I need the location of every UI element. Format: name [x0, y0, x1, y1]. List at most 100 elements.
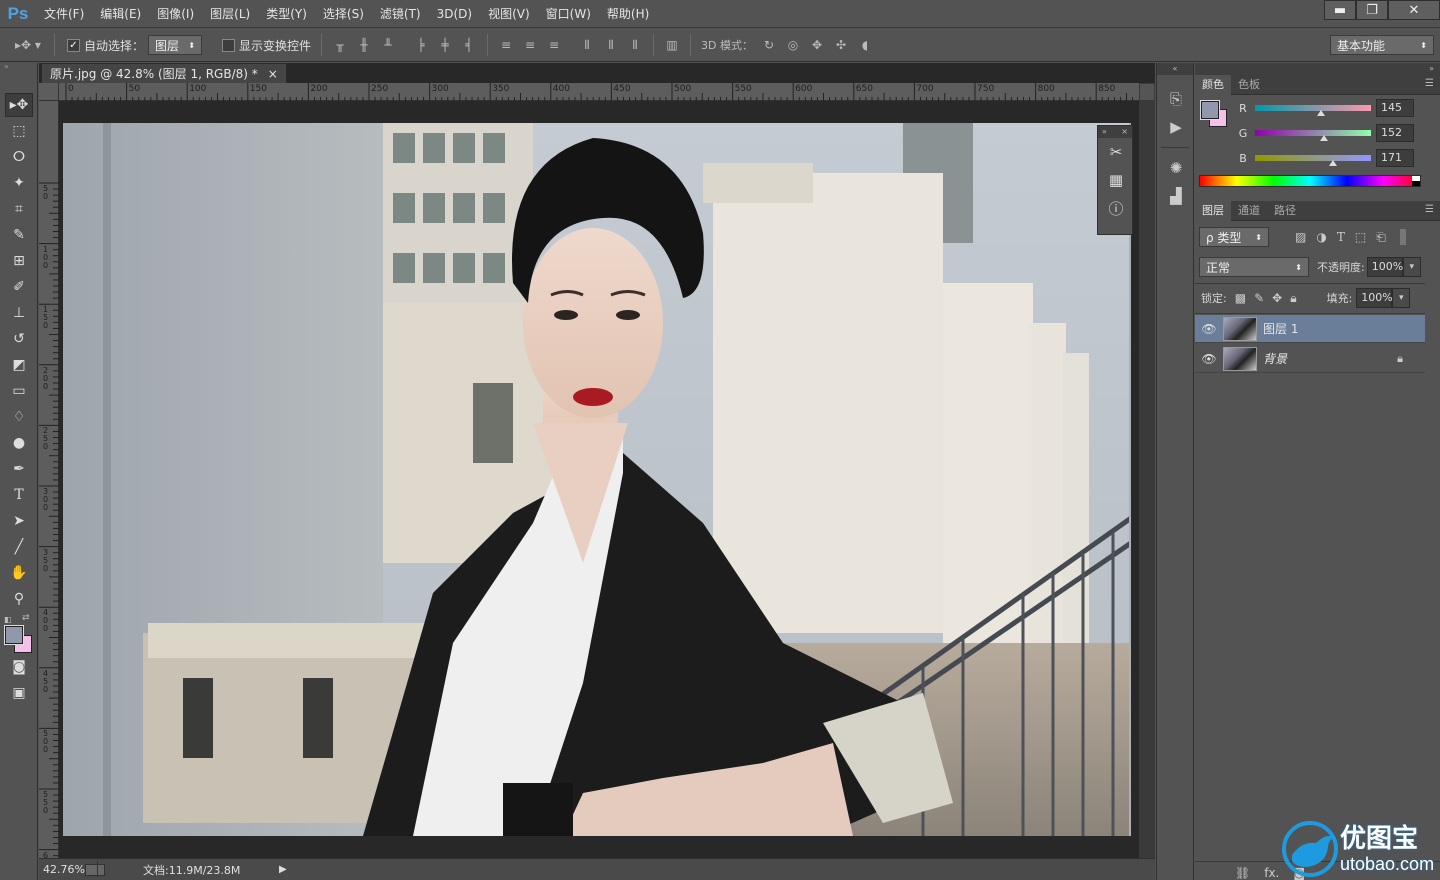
- tab-swatches[interactable]: 色板: [1231, 75, 1267, 95]
- lock-transparency-icon[interactable]: ▩: [1235, 291, 1246, 305]
- red-value-input[interactable]: 145: [1376, 99, 1414, 117]
- expand-arrows-icon[interactable]: «: [1157, 63, 1193, 75]
- histogram-icon[interactable]: ▟: [1157, 182, 1195, 210]
- minimize-button[interactable]: ▬: [1324, 0, 1356, 20]
- filter-shape-icon[interactable]: ⬚: [1355, 230, 1366, 244]
- filter-toggle[interactable]: [1399, 229, 1406, 245]
- expand-arrows-icon[interactable]: »: [1102, 126, 1107, 138]
- visibility-eye-icon[interactable]: 👁︎: [1195, 352, 1223, 366]
- type-tool-icon[interactable]: T: [5, 483, 33, 507]
- 3d-slide-icon[interactable]: ✣: [832, 36, 850, 54]
- menu-type[interactable]: 类型(Y): [258, 0, 315, 28]
- menu-filter[interactable]: 滤镜(T): [372, 0, 429, 28]
- distribute-top-icon[interactable]: ≡: [497, 36, 515, 54]
- canvas[interactable]: [59, 101, 1139, 863]
- distribute-vcenter-icon[interactable]: ≡: [521, 36, 539, 54]
- layer-name[interactable]: 图层 1: [1263, 320, 1298, 337]
- info-icon[interactable]: ⓘ: [1098, 194, 1134, 222]
- align-vcenter-icon[interactable]: ╫: [355, 36, 373, 54]
- auto-select-checkbox[interactable]: ✓: [67, 38, 80, 52]
- tab-channels[interactable]: 通道: [1231, 201, 1267, 221]
- show-transform-checkbox[interactable]: [222, 38, 236, 52]
- opacity-dropdown-icon[interactable]: ▾: [1402, 257, 1421, 277]
- menu-3d[interactable]: 3D(D): [429, 0, 480, 28]
- 3d-rotate-icon[interactable]: ↻: [760, 36, 778, 54]
- panel-menu-icon[interactable]: ☰: [1425, 204, 1434, 215]
- 3d-pan-icon[interactable]: ✥: [808, 36, 826, 54]
- marquee-tool-icon[interactable]: ⬚: [5, 119, 33, 143]
- filter-adjustment-icon[interactable]: ◑: [1316, 230, 1326, 244]
- actions-play-icon[interactable]: ▶: [1157, 113, 1195, 141]
- 3d-scale-icon[interactable]: ◖: [856, 36, 874, 54]
- green-slider[interactable]: [1255, 130, 1371, 141]
- screen-mode-icon[interactable]: ▣: [5, 681, 33, 705]
- tab-color[interactable]: 颜色: [1195, 74, 1231, 95]
- align-bottom-icon[interactable]: ╨: [379, 36, 397, 54]
- status-menu-arrow-icon[interactable]: ▶: [279, 864, 287, 875]
- photo-image[interactable]: [63, 123, 1131, 836]
- tab-paths[interactable]: 路径: [1267, 201, 1303, 221]
- blue-value-input[interactable]: 171: [1376, 149, 1414, 167]
- color-spectrum-bar[interactable]: [1199, 175, 1421, 187]
- align-top-icon[interactable]: ╥: [331, 36, 349, 54]
- blue-slider-thumb[interactable]: [1328, 160, 1337, 166]
- menu-image[interactable]: 图像(I): [149, 0, 202, 28]
- adjustments-icon[interactable]: ✺: [1157, 154, 1195, 182]
- floating-panel-header[interactable]: » ×: [1098, 126, 1132, 138]
- history-icon[interactable]: ⎘: [1157, 85, 1195, 113]
- crop-tool-icon[interactable]: ⌗: [5, 197, 33, 221]
- visibility-eye-icon[interactable]: 👁︎: [1195, 322, 1223, 336]
- healing-brush-tool-icon[interactable]: ⊞: [5, 249, 33, 273]
- distribute-right-icon[interactable]: ⫴: [626, 36, 644, 54]
- distribute-hcenter-icon[interactable]: ⫴: [602, 36, 620, 54]
- vertical-scrollbar[interactable]: [1139, 83, 1155, 863]
- align-right-icon[interactable]: ╡: [460, 36, 478, 54]
- quick-mask-icon[interactable]: ◙: [5, 655, 33, 679]
- lock-pixels-icon[interactable]: ✎: [1254, 291, 1264, 305]
- lasso-tool-icon[interactable]: ⵔ: [5, 145, 33, 169]
- document-tab[interactable]: 原片.jpg @ 42.8% (图层 1, RGB/8) * ×: [41, 63, 287, 83]
- foreground-color-swatch[interactable]: [4, 625, 24, 645]
- opacity-input[interactable]: 100%: [1366, 257, 1403, 277]
- link-layers-icon[interactable]: ⛓: [1235, 866, 1250, 880]
- filter-type-icon[interactable]: T: [1337, 230, 1345, 244]
- collapse-arrows-icon[interactable]: »: [1195, 63, 1440, 75]
- brush-tool-icon[interactable]: ✐: [5, 275, 33, 299]
- distribute-left-icon[interactable]: ⫴: [578, 36, 596, 54]
- scroll-up-arrow[interactable]: [1140, 84, 1154, 100]
- align-left-icon[interactable]: ╞: [412, 36, 430, 54]
- default-colors-icon[interactable]: ◧: [4, 615, 12, 624]
- workspace-dropdown[interactable]: 基本功能 ⬍: [1330, 35, 1434, 55]
- menu-layer[interactable]: 图层(L): [202, 0, 258, 28]
- layer-filter-dropdown[interactable]: ρ 类型 ⬍: [1199, 227, 1269, 247]
- menu-select[interactable]: 选择(S): [315, 0, 372, 28]
- blue-slider[interactable]: [1255, 155, 1371, 166]
- swap-colors-icon[interactable]: ⇄: [22, 613, 30, 623]
- red-slider[interactable]: [1255, 105, 1371, 116]
- filter-pixel-icon[interactable]: ▨: [1295, 230, 1306, 244]
- tab-layers[interactable]: 图层: [1195, 200, 1231, 221]
- eyedropper-tool-icon[interactable]: ✎: [5, 223, 33, 247]
- path-selection-tool-icon[interactable]: ➤: [5, 509, 33, 533]
- hand-tool-icon[interactable]: ✋: [5, 561, 33, 585]
- clone-stamp-tool-icon[interactable]: ⊥: [5, 301, 33, 325]
- panel-menu-icon[interactable]: ☰: [1425, 78, 1434, 89]
- lock-position-icon[interactable]: ✥: [1272, 291, 1282, 305]
- menu-help[interactable]: 帮助(H): [599, 0, 657, 28]
- layer-row-background[interactable]: 👁︎ 背景 🔒︎: [1195, 345, 1425, 373]
- filter-smart-object-icon[interactable]: ⎗: [1376, 230, 1386, 245]
- close-window-button[interactable]: ✕: [1388, 0, 1440, 20]
- vertical-ruler[interactable]: 5 0 1 0 0 1 5 0 2 0 0 2 5 0 3 0 0 3 5 0 4 0 0 4 …: [39, 101, 59, 867]
- auto-select-dropdown[interactable]: 图层 ⬍: [148, 35, 203, 55]
- close-panel-icon[interactable]: ×: [1121, 126, 1128, 138]
- tool-presets-icon[interactable]: ✂: [1098, 138, 1134, 166]
- menu-edit[interactable]: 编辑(E): [92, 0, 149, 28]
- zoom-tool-icon[interactable]: ⚲: [5, 587, 33, 611]
- move-tool-preset-icon[interactable]: ▸✥ ▾: [11, 36, 45, 54]
- layer-name[interactable]: 背景: [1263, 350, 1287, 367]
- magic-wand-tool-icon[interactable]: ✦: [5, 171, 33, 195]
- distribute-bottom-icon[interactable]: ≡: [545, 36, 563, 54]
- menu-window[interactable]: 窗口(W): [538, 0, 599, 28]
- ruler-origin[interactable]: [39, 83, 59, 101]
- green-slider-thumb[interactable]: [1320, 135, 1329, 141]
